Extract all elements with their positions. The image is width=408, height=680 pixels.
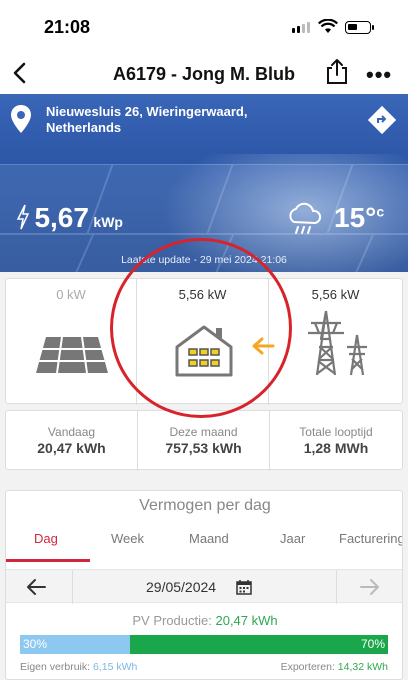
stat-today-label: Vandaag — [47, 425, 96, 439]
stat-month-value: 757,53 kWh — [165, 440, 242, 456]
power-card-title: Vermogen per dag — [139, 497, 271, 514]
battery-icon — [345, 21, 374, 34]
address-line-2: Netherlands — [46, 120, 122, 135]
status-time: 21:08 — [44, 17, 91, 37]
active-tab-indicator — [6, 559, 90, 562]
site-address: Nieuwesluis 26, Wieringerwaard, Netherla… — [46, 104, 247, 136]
tab-billing[interactable]: Facturering — [339, 531, 402, 546]
stat-total: Totale looptijd 1,28 MWh — [270, 411, 402, 471]
export-value: 14,32 kWh — [337, 661, 388, 673]
rain-cloud-icon — [289, 202, 322, 234]
temperature-unit: c — [376, 203, 385, 220]
capacity-unit: kWp — [93, 214, 123, 230]
status-bar: 21:08 — [0, 0, 408, 54]
calendar-icon[interactable] — [236, 579, 252, 595]
highlight-circle — [110, 238, 292, 418]
selected-date[interactable]: 29/05/2024 — [146, 579, 216, 595]
temperature-readout: 15°c — [334, 202, 384, 234]
grid-power-value: 5,56 kW — [311, 287, 360, 302]
nav-bar: A6179 - Jong M. Blub ••• — [0, 54, 408, 94]
pv-production-label: PV Productie: — [132, 613, 212, 628]
tab-week[interactable]: Week — [111, 531, 144, 546]
period-tabs: Dag Week Maand Jaar Facturering — [6, 525, 402, 561]
stat-total-label: Totale looptijd — [299, 425, 373, 439]
export-label: Exporteren: — [280, 661, 335, 673]
stat-month-label: Deze maand — [169, 425, 238, 439]
pv-production: PV Productie: 20,47 kWh — [6, 613, 402, 628]
power-per-day-card: Vermogen per dag Dag Week Maand Jaar Fac… — [5, 490, 403, 680]
stat-today-value: 20,47 kWh — [37, 440, 106, 456]
own-consumption-label: Eigen verbruik: — [20, 661, 91, 673]
energy-stats-card: Vandaag 20,47 kWh Deze maand 757,53 kWh … — [5, 410, 403, 471]
temperature-value: 15° — [334, 202, 377, 233]
capacity-readout: 5,67 kWp — [16, 202, 123, 234]
tab-year[interactable]: Jaar — [280, 531, 305, 546]
capacity-value: 5,67 — [34, 202, 89, 233]
more-options-icon[interactable]: ••• — [366, 62, 392, 88]
arrow-right-icon[interactable] — [358, 576, 382, 598]
tab-month[interactable]: Maand — [189, 531, 229, 546]
own-consumption-value: 6,15 kWh — [92, 661, 138, 673]
location-pin-icon — [11, 105, 31, 133]
tab-day[interactable]: Dag — [34, 531, 58, 546]
directions-icon[interactable] — [368, 106, 396, 134]
export-segment: 70% — [130, 635, 388, 654]
stat-total-value: 1,28 MWh — [303, 440, 369, 456]
address-line-1: Nieuwesluis 26, Wieringerwaard, — [46, 104, 248, 119]
solar-panel-icon — [36, 336, 108, 374]
cellular-signal-icon — [292, 22, 310, 33]
lightning-icon — [16, 204, 30, 230]
arrow-left-icon[interactable] — [24, 576, 48, 598]
share-icon[interactable] — [324, 58, 350, 86]
consumption-split-bar: 30% 70% — [20, 635, 388, 654]
pv-production-value: 20,47 kWh — [215, 613, 278, 628]
stat-today: Vandaag 20,47 kWh — [6, 411, 138, 471]
power-pylon-icon — [308, 310, 367, 376]
own-consumption-caption: Eigen verbruik: 6,15 kWh — [20, 661, 137, 673]
own-consumption-segment: 30% — [20, 635, 131, 654]
stat-month: Deze maand 757,53 kWh — [138, 411, 270, 471]
export-caption: Exporteren: 14,32 kWh — [281, 661, 388, 673]
date-navigator: 29/05/2024 — [6, 569, 402, 604]
wifi-icon — [318, 19, 338, 33]
